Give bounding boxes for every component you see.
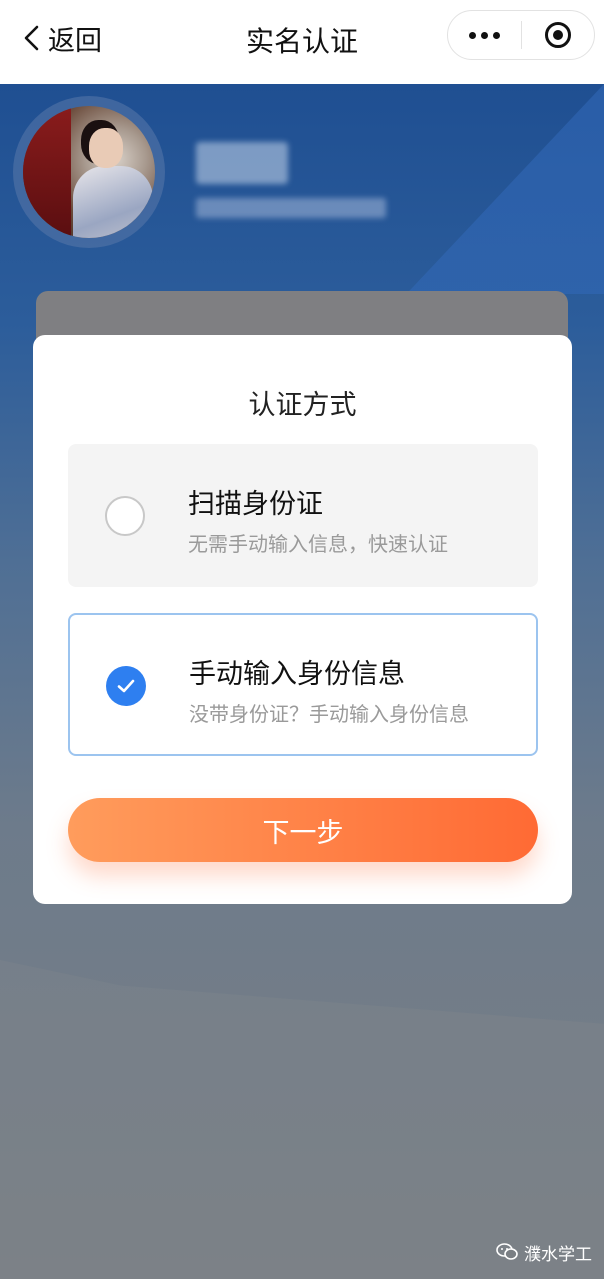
blurred-user-info [196, 198, 386, 218]
option-title: 手动输入身份信息 [189, 659, 405, 690]
next-step-button[interactable]: 下一步 [68, 798, 538, 862]
radio-checked-icon[interactable] [106, 666, 146, 706]
mini-program-capsule [447, 10, 595, 60]
watermark-text: 濮水学工 [524, 1244, 592, 1265]
option-subtitle: 没带身份证？手动输入身份信息 [189, 702, 469, 726]
more-dots-icon [468, 31, 500, 39]
more-button[interactable] [448, 10, 521, 60]
option-title: 扫描身份证 [188, 489, 323, 520]
checkmark-icon [117, 679, 135, 693]
dialog-title: 认证方式 [248, 390, 357, 421]
blurred-user-name [196, 142, 288, 184]
verification-method-dialog: 认证方式 扫描身份证 无需手动输入信息，快速认证 手动输入身份信息 没带身份证？… [33, 335, 572, 904]
option-scan-id-card[interactable]: 扫描身份证 无需手动输入信息，快速认证 [68, 444, 538, 587]
option-subtitle: 无需手动输入信息，快速认证 [188, 532, 448, 556]
target-circle-icon [544, 22, 571, 48]
next-step-label: 下一步 [262, 817, 344, 849]
close-program-button[interactable] [522, 10, 595, 60]
watermark: 濮水学工 [496, 1238, 592, 1266]
wechat-icon [496, 1243, 518, 1260]
top-navbar: 返回 实名认证 [0, 0, 604, 84]
option-manual-input[interactable]: 手动输入身份信息 没带身份证？手动输入身份信息 [68, 613, 538, 756]
avatar [23, 106, 155, 238]
radio-unchecked-icon[interactable] [105, 496, 145, 536]
